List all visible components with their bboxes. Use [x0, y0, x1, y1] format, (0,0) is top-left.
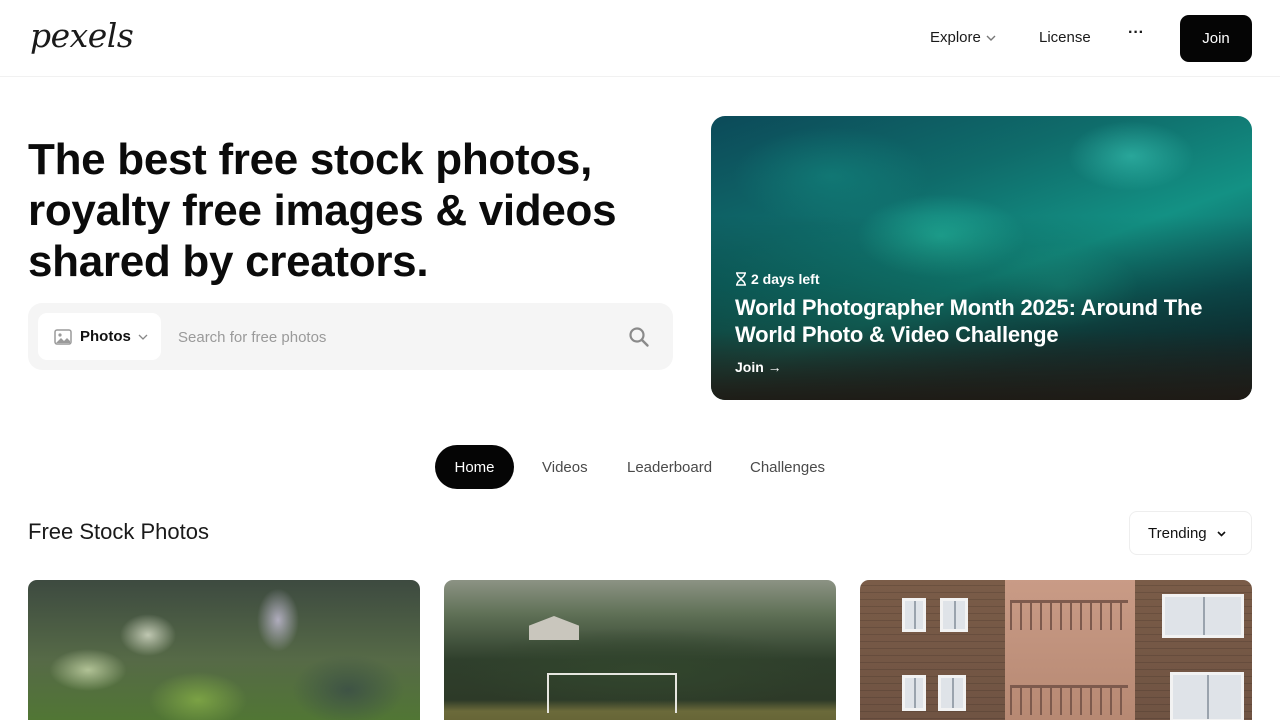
- chevron-down-icon: [138, 334, 148, 340]
- license-link[interactable]: License: [1039, 29, 1091, 46]
- sort-label: Trending: [1148, 524, 1207, 542]
- tab-leaderboard[interactable]: Leaderboard: [627, 445, 712, 489]
- photo-railing-shape: [1010, 685, 1128, 715]
- time-left-text: 2 days left: [751, 271, 820, 287]
- image-icon: [54, 328, 72, 345]
- photo-window-shape: [938, 675, 966, 711]
- photo-window-shape: [1170, 672, 1244, 720]
- hourglass-icon: [736, 272, 746, 286]
- photo-card[interactable]: [444, 580, 836, 720]
- search-input[interactable]: [178, 325, 618, 349]
- banner-overlay: [711, 116, 1252, 400]
- challenge-title: World Photographer Month 2025: Around Th…: [735, 295, 1203, 347]
- chevron-down-icon: [1217, 530, 1226, 537]
- photo-card[interactable]: [28, 580, 420, 720]
- pexels-logo[interactable]: pexels: [30, 14, 134, 58]
- tab-videos[interactable]: Videos: [542, 445, 588, 489]
- photo-goal-shape: [547, 673, 677, 713]
- media-type-dropdown[interactable]: Photos: [38, 313, 161, 360]
- photo-window-shape: [1162, 594, 1244, 638]
- photo-railing-shape: [1010, 600, 1128, 630]
- media-type-label: Photos: [80, 328, 131, 345]
- hero-title: The best free stock photos, royalty free…: [28, 135, 617, 286]
- explore-label: Explore: [930, 29, 981, 46]
- photo-card[interactable]: [860, 580, 1252, 720]
- content-tabs: Home Videos Leaderboard Challenges: [0, 445, 1280, 489]
- challenge-banner[interactable]: 2 days left World Photographer Month 202…: [711, 116, 1252, 400]
- join-button[interactable]: Join: [1180, 15, 1252, 62]
- chevron-down-icon: [986, 35, 996, 41]
- challenge-time-left: 2 days left: [735, 271, 819, 287]
- section-title: Free Stock Photos: [28, 519, 209, 544]
- sort-dropdown[interactable]: Trending: [1129, 511, 1252, 555]
- more-menu-button[interactable]: ···: [1128, 24, 1144, 42]
- photo-window-shape: [940, 598, 968, 632]
- top-navbar: pexels Explore License ··· Join: [0, 0, 1280, 77]
- search-bar: Photos: [28, 303, 673, 370]
- search-icon[interactable]: [628, 326, 650, 348]
- challenge-join-link[interactable]: Join →: [735, 359, 782, 375]
- photo-house-shape: [529, 616, 579, 640]
- photo-window-shape: [902, 598, 926, 632]
- explore-menu[interactable]: Explore: [930, 29, 997, 46]
- tab-home[interactable]: Home: [435, 445, 514, 489]
- tab-challenges[interactable]: Challenges: [750, 445, 825, 489]
- photo-window-shape: [902, 675, 926, 711]
